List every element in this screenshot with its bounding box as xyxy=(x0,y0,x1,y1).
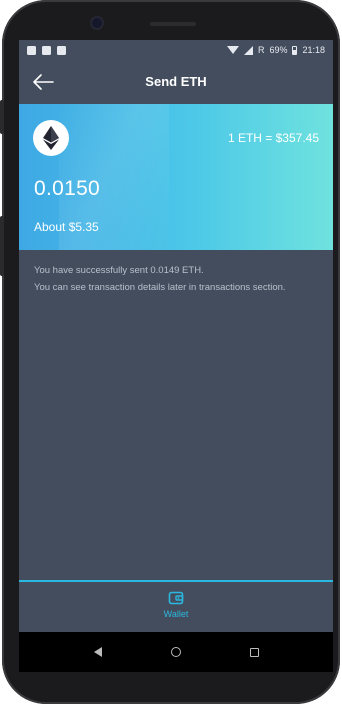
front-camera xyxy=(92,18,102,28)
earpiece xyxy=(150,22,196,26)
notification-icon xyxy=(27,45,36,55)
page-title: Send ETH xyxy=(145,74,207,89)
battery-percent: 69% xyxy=(269,45,288,55)
screen: R 69% 21:18 Send ETH 1 ETH = $357.45 0.0… xyxy=(19,40,333,632)
nav-item-label: Wallet xyxy=(163,609,189,619)
battery-icon xyxy=(292,45,298,55)
roaming-indicator: R xyxy=(257,45,265,55)
recents-icon[interactable] xyxy=(249,647,259,657)
status-bar: R 69% 21:18 xyxy=(19,40,333,60)
eth-balance-card: 1 ETH = $357.45 0.0150 About $5.35 xyxy=(19,104,333,250)
success-message-detail: You can see transaction details later in… xyxy=(34,282,286,293)
power-button xyxy=(0,216,4,276)
success-message: You have successfully sent 0.0149 ETH. Y… xyxy=(34,262,324,296)
status-system: R 69% 21:18 xyxy=(226,45,325,55)
wallet-icon xyxy=(168,590,184,606)
nav-item-wallet[interactable]: Wallet xyxy=(156,588,196,628)
android-navigation-bar xyxy=(19,632,333,672)
clock: 21:18 xyxy=(302,45,325,55)
exchange-rate: 1 ETH = $357.45 xyxy=(227,131,319,145)
ethereum-icon xyxy=(33,120,69,156)
image-icon xyxy=(57,45,66,55)
success-message-line: You have successfully sent 0.0149 ETH. xyxy=(34,265,204,276)
signal-icon xyxy=(243,45,253,55)
volume-button xyxy=(0,100,4,134)
status-notifications xyxy=(27,45,66,55)
fiat-value: About $5.35 xyxy=(34,220,99,234)
home-icon[interactable] xyxy=(170,647,181,657)
notification-icon xyxy=(42,45,51,55)
sent-amount: 0.0150 xyxy=(34,177,101,200)
bottom-navigation: Wallet xyxy=(19,580,333,632)
app-bar: Send ETH xyxy=(19,60,333,104)
wifi-icon xyxy=(226,46,239,54)
back-icon[interactable] xyxy=(93,647,102,657)
